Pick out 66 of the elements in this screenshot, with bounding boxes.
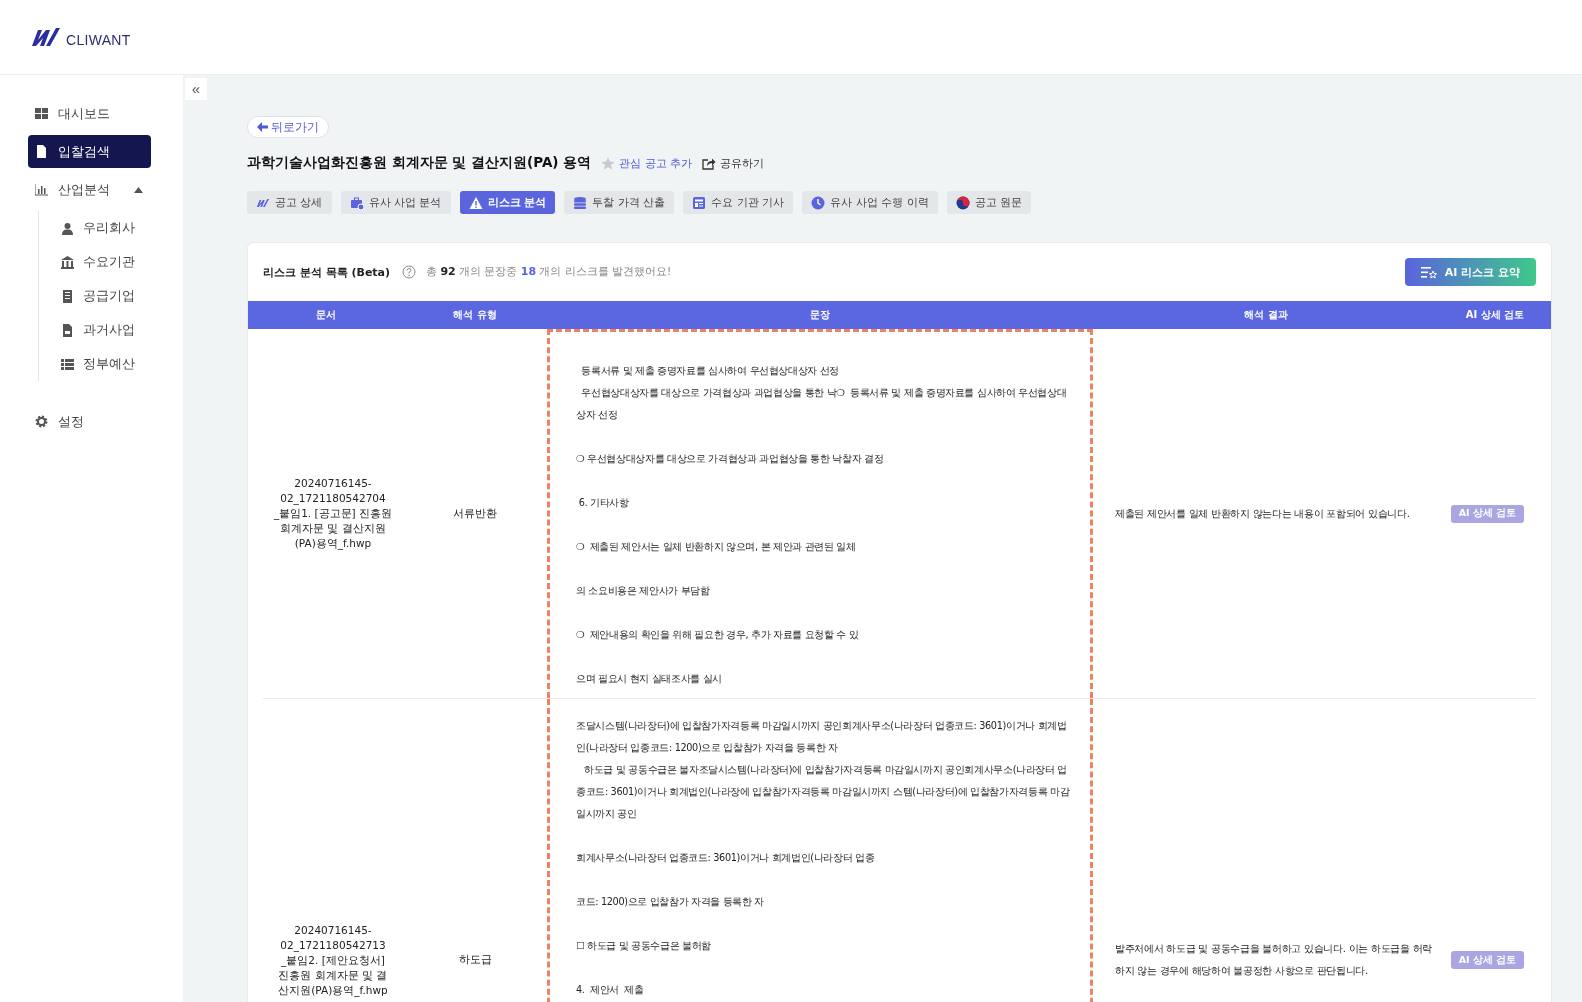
bar-chart-icon: [35, 183, 48, 196]
sentence-text: 등록서류 및 제출 증명자료를 심사하여 우선협상대상자 선정 우선협상대상자를 대상으로 가격협상과 과업협상을 통한 낙❍ 등록서류 및 제출 증명자료를 심사하여 우선협상대 상자 선정: [576, 364, 1067, 422]
sentence-text: ❍ 제출된 제안서는 일체 반환하지 않으며, 본 제안과 관련된 일체: [576, 540, 856, 554]
nav-item[interactable]: 산업분석: [28, 173, 151, 206]
taegeuk-icon: [955, 195, 970, 210]
page-title: 과학기술사업화진흥원 회계자문 및 결산지원(PA) 용역: [247, 154, 592, 172]
nav-item[interactable]: 공급기업: [61, 279, 183, 313]
analysis-result: 제출된 제안서를 일체 반환하지 않는다는 내용이 포함되어 있습니다.: [1115, 506, 1410, 521]
sentence-text: ❍ 우선협상대상자를 대상으로 가격협상과 과업협상을 통한 낙찰자 결정: [576, 452, 884, 466]
bank-icon: [61, 255, 74, 269]
nav-item[interactable]: 설정: [28, 405, 151, 438]
collapse-button[interactable]: «: [185, 78, 207, 100]
grid-icon: [35, 107, 48, 120]
nav-item[interactable]: 입찰검색: [28, 135, 151, 168]
share-icon: [702, 156, 717, 170]
sentence-text: 6. 기타사항: [577, 496, 629, 510]
tab[interactable]: 리스크 분석: [459, 191, 556, 214]
share-button[interactable]: 공유하기: [702, 155, 765, 171]
nav-item[interactable]: 수요기관: [61, 245, 183, 279]
warning-icon: [468, 195, 483, 210]
person-icon: [61, 221, 74, 235]
document-icon: [35, 145, 48, 158]
document-icon: [61, 323, 74, 337]
risk-type: 하도급: [458, 953, 492, 967]
sentence-text: ❍ 제안내용의 확인을 위해 필요한 경우, 추가 자료를 요청할 수 있: [576, 628, 859, 642]
settings-icon: [35, 415, 48, 428]
coins-icon: [573, 195, 588, 210]
sentence-text: 의 소요비용은 제안사가 부담함: [576, 584, 710, 598]
nav-item[interactable]: 정부예산: [61, 347, 183, 381]
nav-item[interactable]: 대시보드: [28, 97, 151, 130]
risk-type: 서류반환: [453, 506, 497, 521]
brand-name: CLIWANT: [66, 32, 131, 48]
list-star-icon: [1420, 265, 1437, 279]
sentence-text: ☐ 하도급 및 공동수급은 불허함: [576, 939, 712, 953]
newspaper-icon: [692, 195, 707, 210]
sentence-text: 4. 제안서 제출: [576, 983, 644, 997]
sentence-text: 으며 필요시 현지 실태조사를 실시: [576, 672, 723, 686]
file-name: 20240716145- 02_1721180542704 _붙임1. [공고문] 진흥원 회계자문 및 결산지원 (PA)용역_f.hwp: [273, 476, 393, 551]
tab[interactable]: 유사 사업 수행 이력: [802, 191, 938, 214]
sentence-text: 코드: 1200)으로 입찰참가 자격을 등록한 자: [576, 895, 764, 909]
column-header: 해석 결과: [1243, 308, 1289, 322]
panel-title: 리스크 분석 목록 (Beta): [263, 264, 391, 280]
file-name: 20240716145- 02_1721180542713 _붙임2. [제안요청서] 진흥원 회계자문 및 결 산지원(PA)용역_f.hwp: [278, 922, 388, 998]
back-button[interactable]: 뒤로가기: [247, 116, 329, 138]
column-header: 문장: [809, 308, 831, 322]
column-header: 문서: [314, 308, 337, 322]
arrow-left-icon: [257, 122, 268, 132]
summary-text: 총 92 개의 문장중 18 개의 리스크를 발견했어요!: [426, 265, 672, 279]
column-header: AI 상세 검토: [1464, 308, 1526, 322]
tab[interactable]: 유사 사업 분석: [340, 191, 451, 214]
clock-icon: [811, 195, 826, 210]
analysis-result: 발주처에서 하도급 및 공동수급을 불허하고 있습니다. 이는 하도급을 허락하지 않는 경우에 해당하여 불공정한 사항으로 판단됩니다.: [1115, 942, 1433, 978]
sentence-text: 조달시스템(나라장터)에 입찰참가자격등록 마감일시까지 공인회계사무소(나라장터 업종코드: 3601)이거나 회계법 인(나라장터 입종코드: 1200)으로 입찰참가 자격을 등록한 자 하도급 및 공동수급은 불자조달시스템(나라장터)에 입찰참가자격등록 마감일시까지 공인회계사무소(나라장터 업 종코드: 3601)이거나 회계법인(나라장에 입찰참가자격등록 마감일시까지 스템(나라장터)에 입찰참가자격등록 마감 일시까지 공인: [576, 719, 1070, 821]
nav-item[interactable]: 과거사업: [61, 313, 183, 347]
sentence-text: 회계사무소(나라장터 업종코드: 3601)이거나 회계법인(나라장터 업종: [576, 851, 875, 865]
list-icon: [61, 357, 74, 371]
building-icon: [61, 289, 74, 303]
favorite-button[interactable]: 관심 공고 추가: [601, 155, 693, 171]
column-header: 해석 유형: [452, 308, 498, 322]
tab[interactable]: 투찰 가격 산출: [564, 191, 675, 214]
nav-item[interactable]: 우리회사: [61, 211, 183, 245]
help-icon: [402, 265, 417, 279]
tab[interactable]: 공고 상세: [247, 191, 332, 214]
tab[interactable]: 공고 원문: [946, 191, 1032, 214]
briefcase-icon: [349, 195, 364, 210]
tab[interactable]: 수요 기관 기사: [683, 191, 794, 214]
